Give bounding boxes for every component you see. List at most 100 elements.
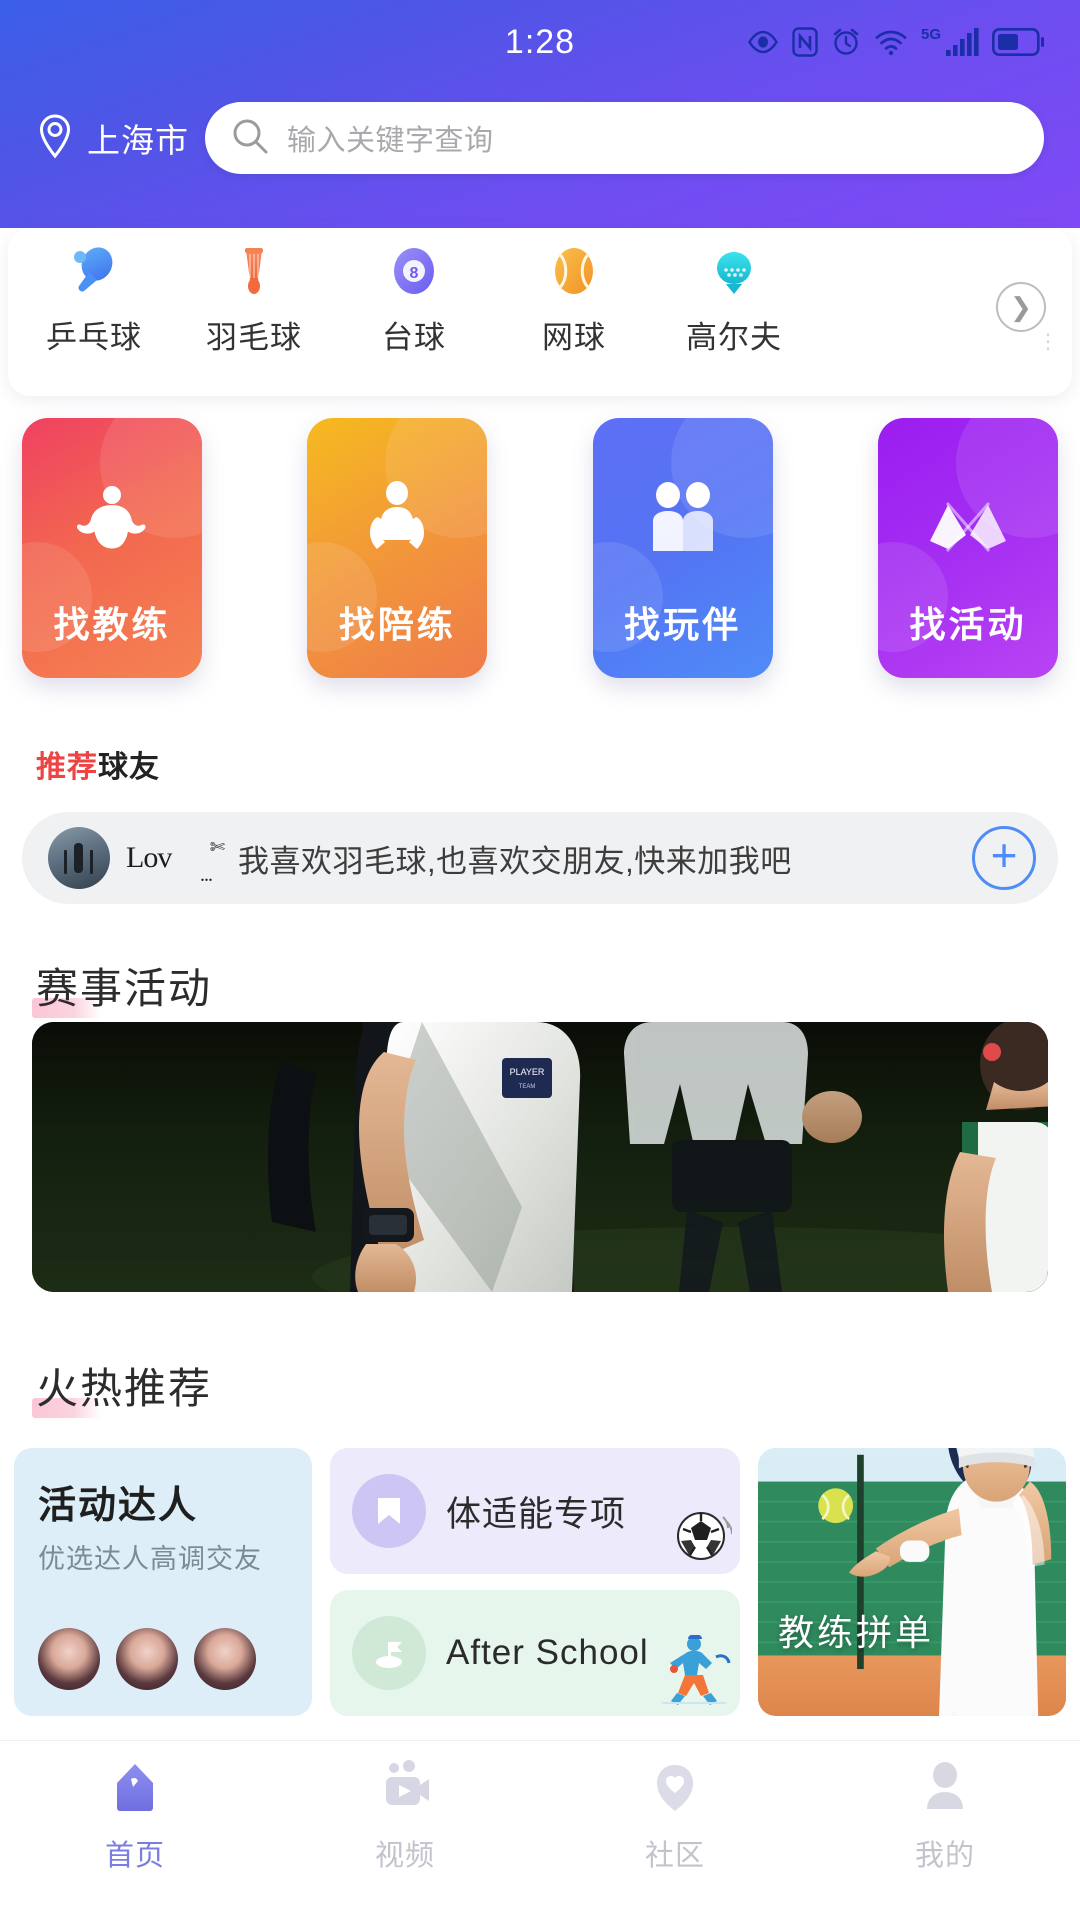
heading-highlight: 推荐 [36, 751, 98, 784]
status-time: 1:28 [504, 22, 576, 61]
event-banner[interactable]: PLAYER TEAM [32, 1022, 1048, 1292]
community-heart-icon [647, 1759, 703, 1820]
location-selector[interactable]: 上海市 [34, 113, 189, 164]
friend-name: Lov ✄ ... [126, 837, 225, 886]
heading-highlight: 赛事 [31, 955, 124, 1018]
wifi-icon [874, 28, 908, 56]
hot-card-subtitle: 优选达人高调交友 [38, 1544, 262, 1574]
hot-card-coach-group-order[interactable]: 教练拼单 [758, 1448, 1066, 1716]
tab-community[interactable]: 社区 [540, 1759, 810, 1874]
category-item-tennis[interactable]: 网球 [494, 228, 654, 357]
action-card-find-sparring[interactable]: 找陪练 [307, 418, 488, 678]
golf-icon [705, 242, 763, 300]
action-card-find-activity[interactable]: 找活动 [877, 418, 1058, 678]
category-item-golf[interactable]: 高尔夫 [654, 228, 814, 357]
tab-video[interactable]: 视频 [270, 1759, 540, 1874]
category-row: 乒乓球 羽毛球 8 台球 网球 高尔夫 ❯ ⋮ [8, 228, 1072, 396]
category-label: 网球 [542, 320, 606, 355]
avatar [116, 1628, 178, 1690]
hot-recommend-row: 活动达人 优选达人高调交友 体适能专项 After School 教练拼单 [14, 1448, 1066, 1716]
events-heading: 赛事活动 [31, 955, 213, 1018]
plus-circle-icon[interactable]: + [972, 826, 1036, 890]
avatar [38, 1628, 100, 1690]
tab-profile[interactable]: 我的 [810, 1759, 1080, 1874]
bottom-navigation: 首页 视频 社区 我的 [0, 1740, 1080, 1920]
eye-care-icon [747, 29, 779, 55]
network-type-label: 5G [920, 26, 941, 43]
video-icon [377, 1759, 433, 1820]
hot-card-fitness-program[interactable]: 体适能专项 [330, 1448, 740, 1574]
hot-card-activity-expert[interactable]: 活动达人 优选达人高调交友 [14, 1448, 312, 1716]
chevron-right-icon[interactable]: ❯ [996, 282, 1046, 332]
golf-flag-icon [352, 1616, 426, 1690]
billiards-icon: 8 [385, 242, 443, 300]
name-decoration-icon: ✄ [209, 837, 225, 857]
hot-card-after-school[interactable]: After School [330, 1590, 740, 1716]
action-card-row: 找教练 找陪练 找玩伴 找活动 [0, 418, 1080, 708]
heading-highlight: 火热 [31, 1355, 124, 1418]
night-football-match-photo: PLAYER TEAM [32, 1022, 1048, 1292]
muscle-coach-icon [66, 485, 158, 562]
friend-message: 我喜欢羽毛球,也喜欢交朋友,快来加我吧 [238, 843, 792, 879]
heading-rest: 推荐 [124, 1365, 213, 1412]
action-card-label: 找教练 [53, 604, 171, 645]
soccer-ball-icon [670, 1505, 733, 1572]
tennis-icon [545, 242, 603, 300]
svg-text:TEAM: TEAM [519, 1084, 536, 1090]
two-people-icon [642, 481, 724, 562]
expert-avatar-group [38, 1628, 288, 1690]
action-card-label: 找陪练 [338, 604, 456, 645]
search-input[interactable]: 输入关键字查询 [287, 117, 494, 159]
hot-card-title: 活动达人 [38, 1485, 199, 1527]
battery-icon [992, 28, 1044, 56]
alarm-icon [831, 27, 861, 57]
category-item-billiards[interactable]: 8 台球 [334, 228, 494, 357]
signal-icon [945, 27, 979, 57]
nfc-icon [792, 27, 818, 57]
badminton-icon [225, 242, 283, 300]
status-bar: 1:28 5G [0, 0, 1080, 84]
training-partner-icon [358, 481, 436, 562]
category-label: 羽毛球 [206, 320, 302, 355]
profile-icon [917, 1759, 973, 1820]
tab-label: 我的 [914, 1840, 975, 1872]
home-icon [107, 1759, 163, 1820]
bookmark-icon [352, 1474, 426, 1548]
category-label: 台球 [382, 320, 446, 355]
avatar [48, 827, 110, 889]
heading-rest: 活动 [124, 965, 213, 1012]
double-flag-icon [920, 497, 1016, 562]
location-label: 上海市 [87, 122, 189, 159]
app-header: 1:28 5G 上海市 输入关键字查询 [0, 0, 1080, 228]
svg-text:PLAYER: PLAYER [510, 1067, 545, 1077]
action-card-find-coach[interactable]: 找教练 [22, 418, 202, 678]
category-item-badminton[interactable]: 羽毛球 [174, 228, 334, 357]
tab-home[interactable]: 首页 [0, 1759, 270, 1874]
tab-label: 视频 [374, 1840, 435, 1872]
search-bar[interactable]: 输入关键字查询 [205, 102, 1044, 174]
female-tennis-player-photo [758, 1448, 1066, 1716]
svg-text:8: 8 [410, 265, 419, 282]
scroll-dots: ⋮ [1038, 331, 1058, 353]
hot-card-column: 体适能专项 After School [330, 1448, 740, 1716]
tab-label: 社区 [644, 1840, 705, 1872]
friend-recommendation-row[interactable]: Lov ✄ ... 我喜欢羽毛球,也喜欢交朋友,快来加我吧 + [22, 812, 1058, 904]
heading-rest: 球友 [98, 751, 160, 784]
hot-card-label: 教练拼单 [778, 1612, 935, 1653]
status-icons: 5G [747, 0, 1044, 84]
table-tennis-icon [65, 242, 123, 300]
recommended-friends-heading: 推荐球友 [36, 742, 160, 786]
hot-recommend-heading: 火热推荐 [31, 1355, 213, 1418]
action-card-label: 找玩伴 [624, 604, 742, 645]
header-row: 上海市 输入关键字查询 [0, 92, 1080, 184]
category-label: 乒乓球 [46, 320, 142, 355]
avatar [194, 1628, 256, 1690]
tab-label: 首页 [104, 1840, 165, 1872]
category-label: 高尔夫 [686, 320, 782, 355]
friend-name-text: Lov [126, 841, 172, 874]
action-card-find-playmate[interactable]: 找玩伴 [592, 418, 773, 678]
hot-card-label: After School [446, 1633, 649, 1672]
tennis-player-icon [656, 1634, 732, 1714]
action-card-label: 找活动 [909, 604, 1027, 645]
category-item-table-tennis[interactable]: 乒乓球 [14, 228, 174, 357]
